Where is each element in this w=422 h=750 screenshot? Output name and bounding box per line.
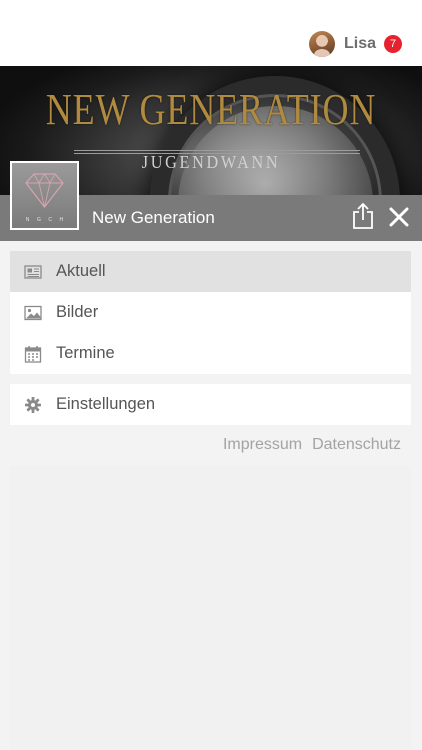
share-icon[interactable] [351,202,375,230]
image-icon [24,305,42,321]
avatar[interactable] [308,31,335,57]
hero-brand-text: NEW GENERATION [45,85,377,134]
logo-letter: G [36,217,41,223]
diamond-logo: N G C H [12,163,77,228]
menu-item-label: Einstellungen [56,395,156,413]
user-menu[interactable]: Lisa 7 [308,30,402,58]
calendar-icon [24,346,42,363]
notification-badge[interactable]: 7 [384,35,402,53]
logo-letter: H [59,217,64,223]
menu-item-einstellungen[interactable]: Einstellungen [10,384,411,425]
newspaper-icon [24,265,42,279]
content-area [10,466,411,750]
menu-item-label: Bilder [56,303,99,321]
hero-rule [74,150,360,151]
main-menu: Aktuell Bilder Termine [10,251,411,374]
footer-links: Impressum Datenschutz [223,436,401,454]
menu-item-termine[interactable]: Termine [10,333,411,374]
close-icon[interactable] [388,206,410,228]
logo-letters: N G C H [12,217,77,223]
datenschutz-link[interactable]: Datenschutz [312,436,401,454]
menu-item-bilder[interactable]: Bilder [10,292,411,333]
logo-letter: N [25,217,30,223]
group-logo: N G C H [10,161,79,230]
menu-item-aktuell[interactable]: Aktuell [10,251,411,292]
settings-menu: Einstellungen [10,384,411,425]
gear-icon [25,397,41,413]
page-title: New Generation [92,208,215,227]
menu-item-label: Termine [56,344,115,362]
impressum-link[interactable]: Impressum [223,436,302,454]
menu-item-label: Aktuell [56,262,106,280]
top-bar: Lisa 7 [0,0,422,66]
username[interactable]: Lisa [344,35,376,53]
logo-letter: C [48,217,52,223]
